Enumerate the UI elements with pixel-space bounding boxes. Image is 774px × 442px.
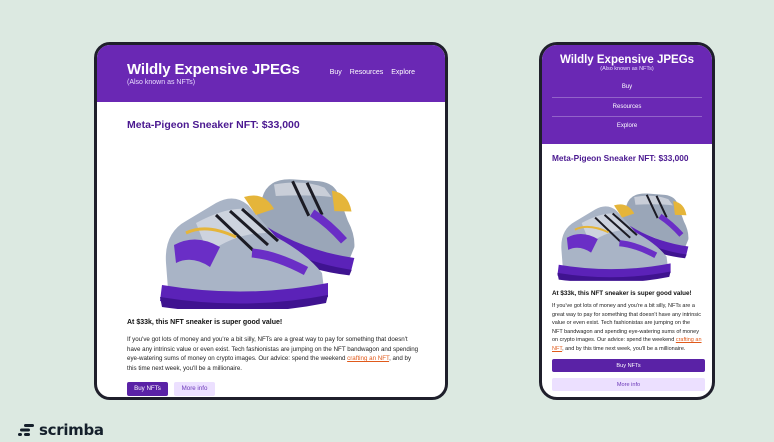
action-buttons: Buy NFTs More info — [552, 359, 705, 391]
site-subtitle: (Also known as NFTs) — [127, 79, 196, 86]
product-heading: Meta-Pigeon Sneaker NFT: $33,000 — [552, 153, 689, 163]
nav-link-buy[interactable]: Buy — [552, 78, 702, 98]
site-nav: Buy Resources Explore — [552, 78, 702, 137]
nav-link-resources[interactable]: Resources — [552, 98, 702, 117]
more-info-button[interactable]: More info — [552, 378, 705, 391]
action-buttons: Buy NFTs More info — [127, 381, 415, 396]
product-heading: Meta-Pigeon Sneaker NFT: $33,000 — [127, 119, 300, 131]
description-text-end: , and by this time next week, you'll be … — [562, 345, 686, 352]
scrimba-mark-icon — [18, 424, 34, 436]
phone-preview: Wildly Expensive JPEGs (Also known as NF… — [539, 42, 715, 400]
scrimba-logo: scrimba — [18, 421, 104, 439]
sneaker-image — [552, 172, 707, 282]
tablet-preview: Wildly Expensive JPEGs (Also known as NF… — [94, 42, 448, 400]
main-content: Meta-Pigeon Sneaker NFT: $33,000 At $33k… — [97, 102, 445, 396]
buy-nfts-button[interactable]: Buy NFTs — [552, 359, 705, 372]
site-header: Wildly Expensive JPEGs (Also known as NF… — [97, 45, 445, 102]
more-info-button[interactable]: More info — [174, 381, 215, 396]
product-tagline: At $33k, this NFT sneaker is super good … — [127, 319, 283, 326]
buy-nfts-button[interactable]: Buy NFTs — [127, 381, 168, 396]
scrimba-wordmark: scrimba — [39, 421, 104, 439]
product-description: If you've got lots of money and you're a… — [127, 335, 419, 374]
site-title: Wildly Expensive JPEGs — [559, 54, 695, 66]
site-nav: Buy Resources Explore — [330, 69, 415, 76]
nav-link-buy[interactable]: Buy — [330, 69, 342, 76]
site-header: Wildly Expensive JPEGs (Also known as NF… — [542, 45, 712, 144]
nav-link-explore[interactable]: Explore — [552, 117, 702, 137]
main-content: Meta-Pigeon Sneaker NFT: $33,000 At $33k… — [542, 144, 712, 391]
crafting-nft-link[interactable]: crafting an NFT — [347, 355, 389, 362]
product-description: If you've got lots of money and you're a… — [552, 302, 702, 353]
product-tagline: At $33k, this NFT sneaker is super good … — [552, 290, 692, 297]
site-subtitle: (Also known as NFTs) — [600, 66, 654, 72]
sneaker-image — [152, 149, 382, 309]
nav-link-explore[interactable]: Explore — [391, 69, 415, 76]
nav-link-resources[interactable]: Resources — [350, 69, 383, 76]
